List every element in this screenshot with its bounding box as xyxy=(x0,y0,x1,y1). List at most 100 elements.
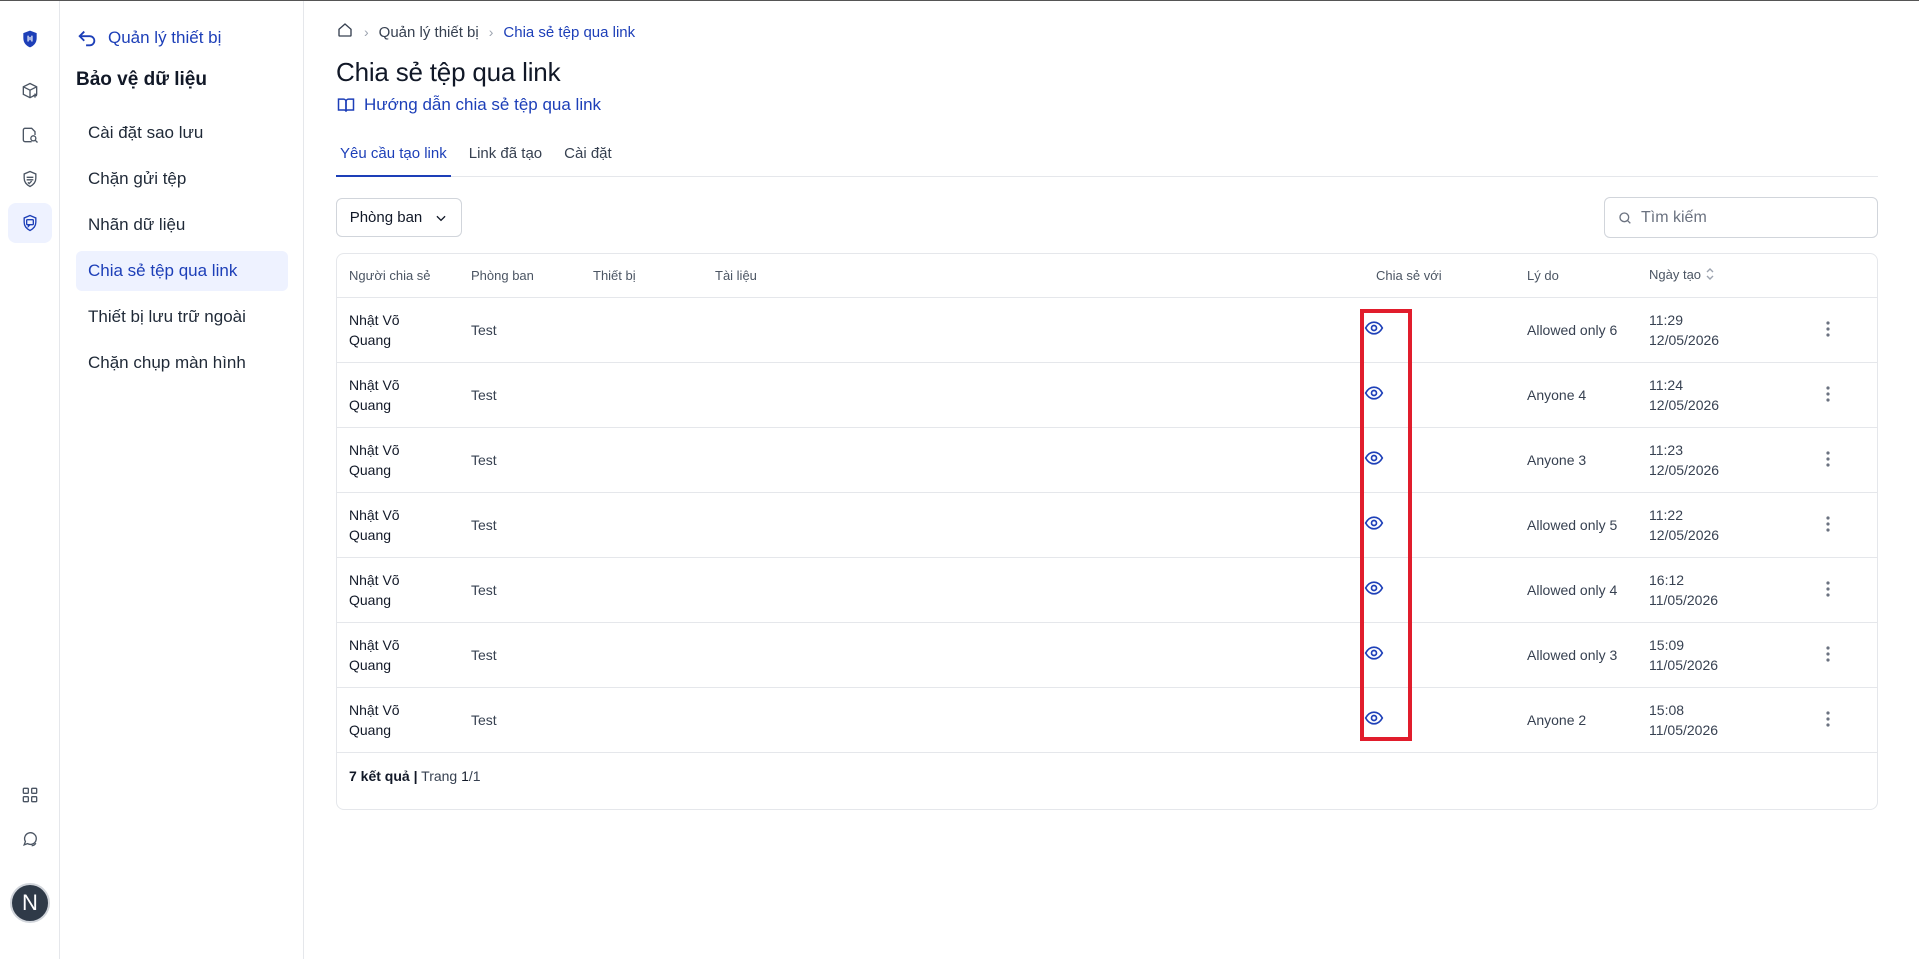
back-link[interactable]: Quản lý thiết bị xyxy=(76,27,221,49)
sidebar-item-data-labels[interactable]: Nhãn dữ liệu xyxy=(76,205,288,245)
cell-created-date: 11:22 12/05/2026 xyxy=(1637,492,1777,558)
column-header-document: Tài liệu xyxy=(703,254,1364,298)
grid-icon[interactable] xyxy=(8,775,52,815)
cell-shared-with xyxy=(1364,622,1515,688)
department-filter-dropdown[interactable]: Phòng ban xyxy=(336,198,462,237)
back-arrow-icon xyxy=(78,30,96,47)
cell-created-date: 16:12 11/05/2026 xyxy=(1637,557,1777,623)
sidebar-item-block-screenshot[interactable]: Chặn chụp màn hình xyxy=(76,343,288,383)
document-search-icon[interactable] xyxy=(8,115,52,155)
cell-department: Test xyxy=(459,622,581,688)
view-eye-icon[interactable] xyxy=(1362,381,1386,405)
sidebar-item-share-file-link[interactable]: Chia sẻ tệp qua link xyxy=(76,251,288,291)
cell-sharer: Nhật Võ Quang xyxy=(337,297,459,363)
cell-shared-with xyxy=(1364,492,1515,558)
search-box xyxy=(1604,197,1878,238)
shield-check-icon[interactable] xyxy=(8,159,52,199)
cell-device xyxy=(581,557,703,623)
avatar-initial: N xyxy=(22,890,38,915)
tab-link-requests[interactable]: Yêu cầu tạo link xyxy=(336,139,451,177)
cell-actions xyxy=(1777,687,1877,753)
column-header-actions xyxy=(1777,254,1877,298)
cell-shared-with xyxy=(1364,687,1515,753)
cell-actions xyxy=(1777,427,1877,493)
cell-reason: Anyone 2 xyxy=(1515,687,1637,753)
cell-shared-with xyxy=(1364,557,1515,623)
cell-sharer: Nhật Võ Quang xyxy=(337,687,459,753)
table-row: Nhật Võ Quang Test Anyone 3 11:23 12/05/2… xyxy=(337,427,1877,493)
cell-actions xyxy=(1777,622,1877,688)
chat-icon[interactable] xyxy=(8,819,52,859)
table-row: Nhật Võ Quang Test Allowed only 4 16:12 1… xyxy=(337,557,1877,623)
cell-department: Test xyxy=(459,427,581,493)
icon-rail: N xyxy=(0,1,60,959)
view-eye-icon[interactable] xyxy=(1362,706,1386,730)
cell-reason: Anyone 3 xyxy=(1515,427,1637,493)
search-input[interactable] xyxy=(1641,208,1861,227)
more-vertical-icon[interactable] xyxy=(1816,447,1840,471)
sidebar-item-backup-settings[interactable]: Cài đặt sao lưu xyxy=(76,113,288,153)
cell-reason: Allowed only 3 xyxy=(1515,622,1637,688)
view-eye-icon[interactable] xyxy=(1362,316,1386,340)
department-filter-label: Phòng ban xyxy=(349,209,423,226)
cell-reason: Allowed only 6 xyxy=(1515,297,1637,363)
link-requests-table: Người chia sẻ Phòng ban Thiết bị Tài liệ… xyxy=(336,253,1878,810)
shield-logo-icon[interactable] xyxy=(8,19,52,59)
table-row: Nhật Võ Quang Test Allowed only 3 15:09 1… xyxy=(337,622,1877,688)
sidebar-item-external-storage[interactable]: Thiết bị lưu trữ ngoài xyxy=(76,297,288,337)
cell-document xyxy=(703,687,1384,753)
cell-department: Test xyxy=(459,362,581,428)
more-vertical-icon[interactable] xyxy=(1816,382,1840,406)
cell-sharer: Nhật Võ Quang xyxy=(337,622,459,688)
home-icon[interactable] xyxy=(336,21,354,43)
table-row: Nhật Võ Quang Test Anyone 4 11:24 12/05/2… xyxy=(337,362,1877,428)
cell-reason: Anyone 4 xyxy=(1515,362,1637,428)
cell-reason: Allowed only 4 xyxy=(1515,557,1637,623)
sidebar-title: Bảo vệ dữ liệu xyxy=(76,69,207,90)
breadcrumb-current: Chia sẻ tệp qua link xyxy=(503,23,636,41)
more-vertical-icon[interactable] xyxy=(1816,707,1840,731)
cell-document xyxy=(703,362,1384,428)
tab-settings[interactable]: Cài đặt xyxy=(560,139,616,177)
more-vertical-icon[interactable] xyxy=(1816,317,1840,341)
cell-created-date: 11:29 12/05/2026 xyxy=(1637,297,1777,363)
cell-device xyxy=(581,492,703,558)
chevron-right-icon: › xyxy=(364,24,369,40)
cell-sharer: Nhật Võ Quang xyxy=(337,492,459,558)
cell-document xyxy=(703,427,1384,493)
more-vertical-icon[interactable] xyxy=(1816,577,1840,601)
cell-department: Test xyxy=(459,492,581,558)
avatar[interactable]: N xyxy=(10,883,50,923)
shield-chat-icon[interactable] xyxy=(8,203,52,243)
view-eye-icon[interactable] xyxy=(1362,511,1386,535)
cell-actions xyxy=(1777,557,1877,623)
guide-link[interactable]: Hướng dẫn chia sẻ tệp qua link xyxy=(336,95,601,115)
view-eye-icon[interactable] xyxy=(1362,446,1386,470)
page-label: Trang xyxy=(421,768,458,784)
column-header-created-date[interactable]: Ngày tạo xyxy=(1637,254,1777,298)
column-header-device: Thiết bị xyxy=(581,254,703,298)
box-plus-icon[interactable] xyxy=(8,71,52,111)
book-icon xyxy=(337,98,355,112)
tabs: Yêu cầu tạo link Link đã tạo Cài đặt xyxy=(336,139,1878,177)
more-vertical-icon[interactable] xyxy=(1816,512,1840,536)
table-header-row: Người chia sẻ Phòng ban Thiết bị Tài liệ… xyxy=(337,254,1877,298)
sidebar-item-block-file-send[interactable]: Chặn gửi tệp xyxy=(76,159,288,199)
column-header-department: Phòng ban xyxy=(459,254,581,298)
cell-device xyxy=(581,622,703,688)
chevron-down-icon xyxy=(436,215,446,221)
total-pages: 1 xyxy=(472,768,481,784)
cell-document xyxy=(703,622,1384,688)
view-eye-icon[interactable] xyxy=(1362,576,1386,600)
breadcrumb-item[interactable]: Quản lý thiết bị xyxy=(379,24,479,41)
cell-actions xyxy=(1777,362,1877,428)
view-eye-icon[interactable] xyxy=(1362,641,1386,665)
cell-created-date: 11:23 12/05/2026 xyxy=(1637,427,1777,493)
column-header-shared-with: Chia sẻ với xyxy=(1364,254,1515,298)
more-vertical-icon[interactable] xyxy=(1816,642,1840,666)
table-row: Nhật Võ Quang Test Anyone 2 15:08 11/05/2… xyxy=(337,687,1877,753)
tab-created-links[interactable]: Link đã tạo xyxy=(465,139,546,177)
sort-icon[interactable] xyxy=(1705,268,1715,283)
table-footer: 7 kết quả | Trang 1/1 xyxy=(349,768,481,784)
column-header-reason: Lý do xyxy=(1515,254,1637,298)
